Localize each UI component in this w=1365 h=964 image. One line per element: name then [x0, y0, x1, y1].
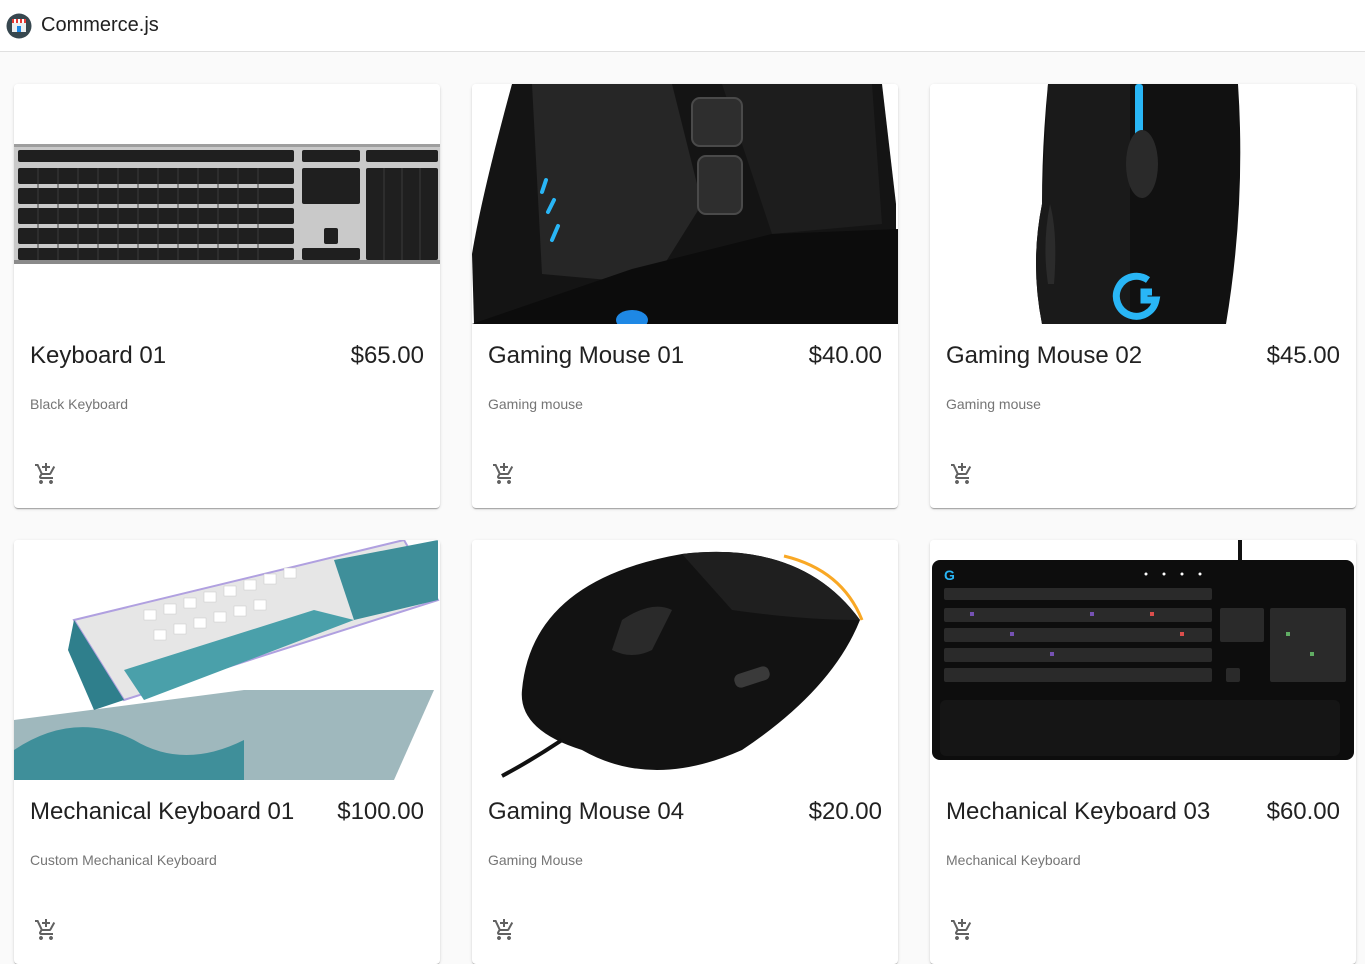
product-grid: Keyboard 01 $65.00 Black Keyboard Gaming… [14, 84, 1356, 964]
product-price: $100.00 [337, 798, 424, 825]
add-to-cart-button[interactable] [946, 458, 978, 490]
product-image-keyboard [14, 84, 440, 324]
product-card: Keyboard 01 $65.00 Black Keyboard [14, 84, 440, 508]
product-card: Mechanical Keyboard 01 $100.00 Custom Me… [14, 540, 440, 964]
add-shopping-cart-icon [35, 463, 56, 484]
product-card: Gaming Mouse 01 $40.00 Gaming mouse [472, 84, 898, 508]
product-description: Gaming mouse [488, 396, 583, 412]
product-image-mechanical-keyboard: G [930, 540, 1356, 780]
product-description: Gaming mouse [946, 396, 1041, 412]
add-to-cart-button[interactable] [30, 458, 62, 490]
product-name: Mechanical Keyboard 01 [30, 798, 295, 825]
product-image-gaming-mouse [472, 84, 898, 324]
app-title[interactable]: Commerce.js [41, 14, 159, 37]
product-card: Gaming Mouse 02 $45.00 Gaming mouse [930, 84, 1356, 508]
product-card: G Mechanical Keyboard 03 $60.00 Mechanic… [930, 540, 1356, 964]
svg-text:G: G [944, 567, 955, 583]
product-price: $65.00 [350, 342, 424, 369]
add-to-cart-button[interactable] [488, 458, 520, 490]
add-shopping-cart-icon [35, 919, 56, 940]
product-description: Black Keyboard [30, 396, 129, 412]
product-name: Gaming Mouse 04 [488, 798, 685, 825]
product-header: Mechanical Keyboard 03 $60.00 [930, 780, 1356, 826]
add-to-cart-button[interactable] [946, 914, 978, 946]
product-header: Gaming Mouse 01 $40.00 [472, 324, 898, 370]
add-to-cart-button[interactable] [30, 914, 62, 946]
product-header: Mechanical Keyboard 01 $100.00 [14, 780, 440, 826]
product-price: $40.00 [808, 342, 882, 369]
product-card: Gaming Mouse 04 $20.00 Gaming Mouse [472, 540, 898, 964]
product-description: Mechanical Keyboard [946, 852, 1081, 868]
store-logo-icon[interactable] [6, 13, 32, 39]
product-name: Mechanical Keyboard 03 [946, 798, 1211, 825]
add-shopping-cart-icon [951, 463, 972, 484]
product-price: $20.00 [808, 798, 882, 825]
product-description: Gaming Mouse [488, 852, 583, 868]
product-image-gaming-mouse [930, 84, 1356, 324]
product-header: Gaming Mouse 02 $45.00 [930, 324, 1356, 370]
add-shopping-cart-icon [493, 463, 514, 484]
product-price: $45.00 [1266, 342, 1340, 369]
product-header: Gaming Mouse 04 $20.00 [472, 780, 898, 826]
add-shopping-cart-icon [951, 919, 972, 940]
add-shopping-cart-icon [493, 919, 514, 940]
product-image-gaming-mouse [472, 540, 898, 780]
product-header: Keyboard 01 $65.00 [14, 324, 440, 370]
app-bar: Commerce.js [0, 0, 1365, 52]
product-image-mechanical-keyboard [14, 540, 440, 780]
product-name: Keyboard 01 [30, 342, 167, 369]
product-name: Gaming Mouse 02 [946, 342, 1143, 369]
product-price: $60.00 [1266, 798, 1340, 825]
product-description: Custom Mechanical Keyboard [30, 852, 217, 868]
add-to-cart-button[interactable] [488, 914, 520, 946]
product-name: Gaming Mouse 01 [488, 342, 685, 369]
